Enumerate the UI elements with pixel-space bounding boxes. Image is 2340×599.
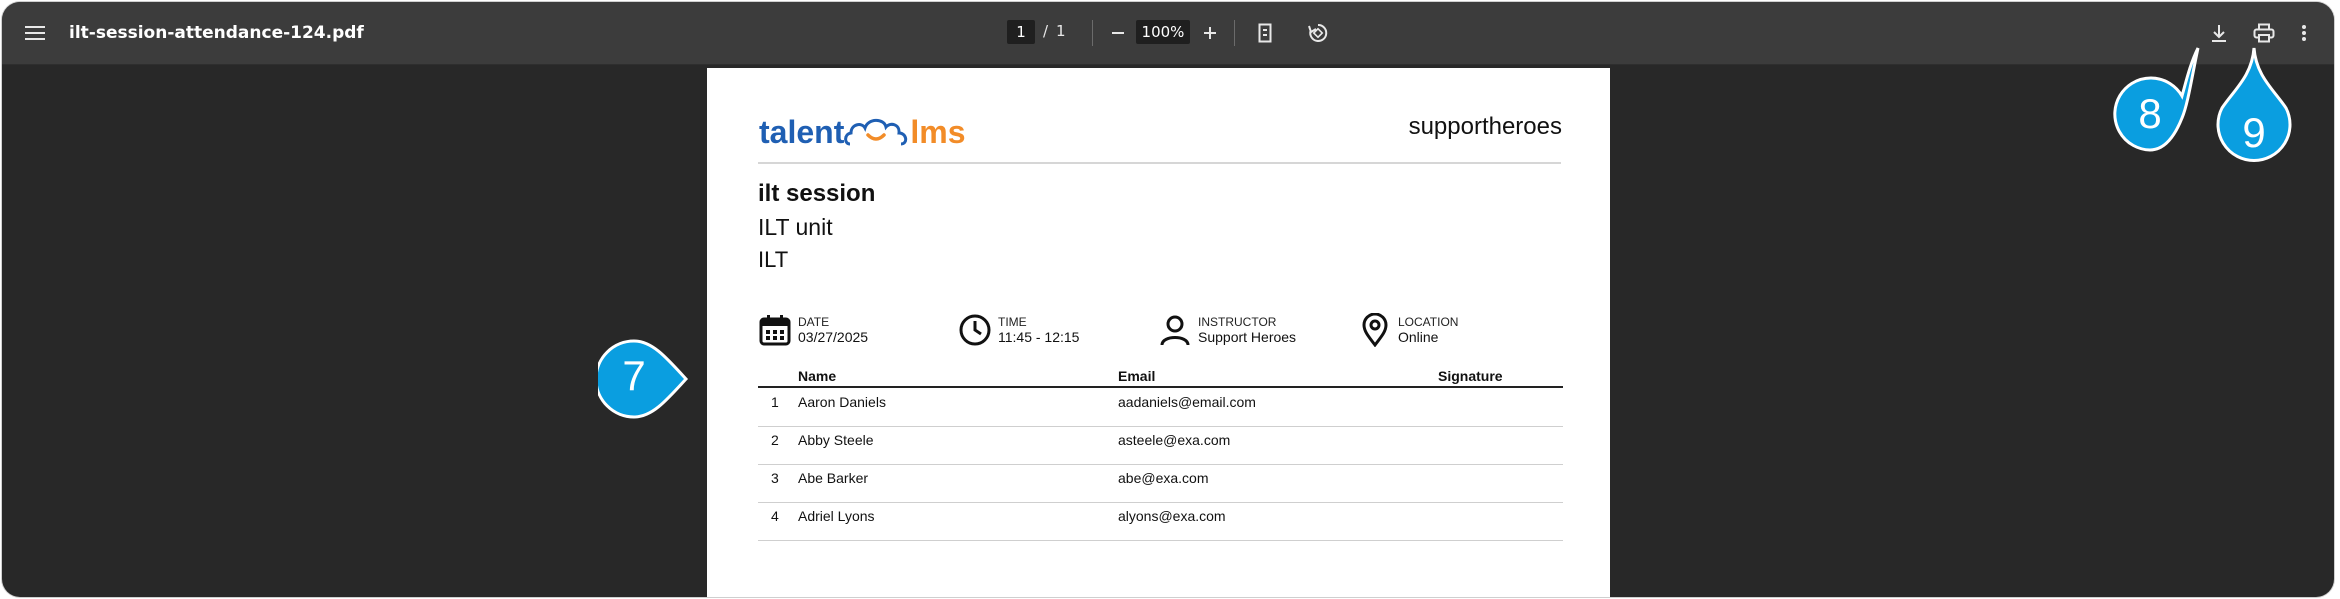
callout-9-marker: 9 [2214,46,2294,172]
date-value: 03/27/2025 [798,328,869,345]
callout-9-label: 9 [2242,109,2265,156]
download-icon[interactable] [2207,20,2231,46]
time-value: 11:45 - 12:15 [998,328,1080,345]
row-email: aadaniels@email.com [1118,394,1256,410]
row-email: abe@exa.com [1118,470,1209,486]
callout-8-label: 8 [2138,90,2161,137]
table-row: 3 Abe Barker abe@exa.com [758,464,1563,503]
location-label: LOCATION [1398,314,1459,329]
pdf-page: talent lms supportheroes ilt session ILT… [707,68,1610,597]
document-title: ilt-session-attendance-124.pdf [69,23,364,43]
instructor-label: INSTRUCTOR [1198,314,1277,329]
toolbar-divider [1092,20,1093,46]
row-number: 2 [771,432,779,448]
zoom-in-button[interactable] [1200,21,1220,45]
total-pages: 1 [1056,22,1066,40]
organization-name: supportheroes [1408,113,1562,140]
row-name: Adriel Lyons [798,508,875,524]
row-number: 3 [771,470,779,486]
row-email: asteele@exa.com [1118,432,1231,448]
time-label: TIME [998,314,1027,329]
rotate-icon[interactable] [1306,20,1330,46]
date-info: DATE 03/27/2025 [758,313,868,347]
callout-7-label: 7 [622,352,645,399]
date-label: DATE [798,314,830,329]
clock-icon [959,314,991,346]
signature-column-header: Signature [1438,368,1503,384]
more-options-icon[interactable] [2296,20,2312,46]
row-number: 1 [771,394,779,410]
page-separator: / [1043,22,1049,40]
name-column-header: Name [798,368,837,384]
callout-8-marker: 8 [2110,46,2210,152]
zoom-out-button[interactable] [1108,21,1128,45]
print-icon[interactable] [2251,20,2277,46]
table-row: 2 Abby Steele asteele@exa.com [758,426,1563,465]
row-email: alyons@exa.com [1118,508,1226,524]
toolbar-divider [1234,20,1235,46]
talentlms-logo: talent lms [759,112,965,152]
session-title: ilt session [758,180,876,207]
location-pin-icon [1362,313,1388,347]
zoom-level-input[interactable]: 100% [1136,20,1190,44]
email-column-header: Email [1118,368,1156,384]
calendar-icon [759,315,791,346]
row-name: Abe Barker [798,470,869,486]
table-row: 1 Aaron Daniels aadaniels@email.com [758,388,1563,427]
fit-page-icon[interactable] [1255,21,1275,45]
page-number-input[interactable]: 1 [1007,20,1035,44]
pdf-viewer-window: ilt-session-attendance-124.pdf 1 / 1 100… [2,2,2334,597]
header-divider [758,162,1561,164]
location-value: Online [1398,328,1439,345]
table-row: 4 Adriel Lyons alyons@exa.com [758,502,1563,541]
user-icon [1160,315,1190,346]
row-number: 4 [771,508,779,524]
time-info: TIME 11:45 - 12:15 [958,313,1079,347]
instructor-value: Support Heroes [1198,328,1297,345]
row-name: Aaron Daniels [798,394,886,410]
cloud-smile-icon [844,118,908,146]
session-type: ILT [758,247,789,272]
menu-icon[interactable] [22,21,48,45]
row-name: Abby Steele [798,432,874,448]
location-info: LOCATION Online [1358,313,1458,347]
instructor-info: INSTRUCTOR Support Heroes [1158,313,1296,347]
viewer-toolbar: ilt-session-attendance-124.pdf 1 / 1 100… [2,2,2334,65]
callout-7-marker: 7 [598,339,723,419]
unit-name: ILT unit [758,214,833,240]
